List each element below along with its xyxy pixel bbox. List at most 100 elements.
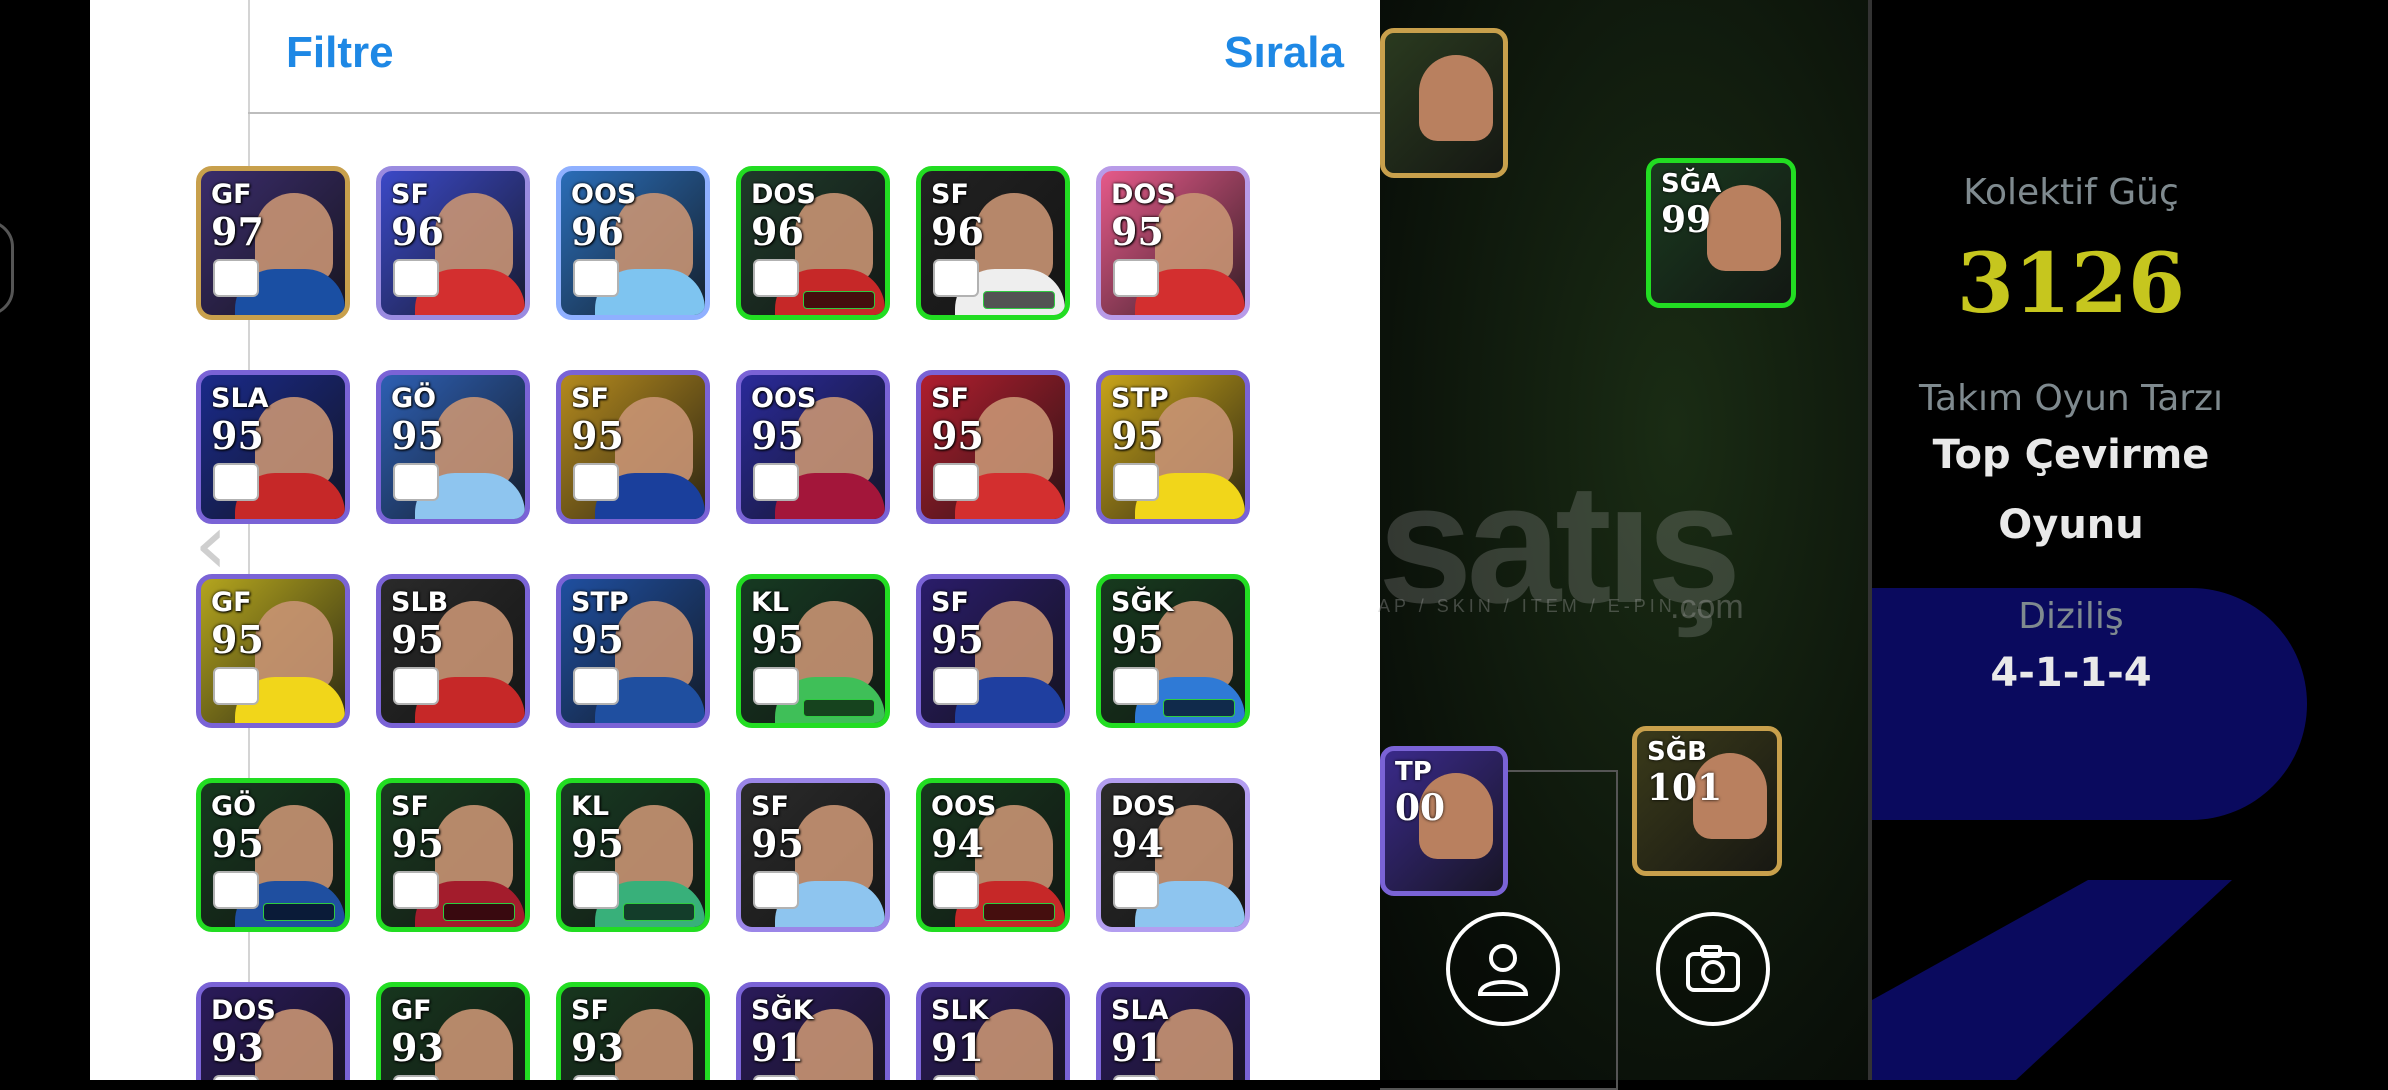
card-position: SLB <box>391 587 449 618</box>
player-card[interactable]: GF 93 <box>376 982 530 1080</box>
player-card[interactable]: DOS 95 <box>1096 166 1250 320</box>
card-position: SĞA <box>1661 169 1722 199</box>
card-rating: 94 <box>931 821 984 866</box>
card-rating: 95 <box>1111 617 1164 662</box>
card-rating: 96 <box>931 209 984 254</box>
card-position: GÖ <box>391 383 437 414</box>
card-rating: 101 <box>1647 767 1723 809</box>
player-card[interactable]: KL 95 <box>556 778 710 932</box>
card-position: SĞB <box>1647 737 1707 767</box>
camera-button[interactable] <box>1656 912 1770 1026</box>
player-card[interactable]: OOS 95 <box>736 370 890 524</box>
card-rating: 91 <box>1111 1025 1164 1070</box>
player-portrait <box>1419 55 1493 141</box>
player-card[interactable]: SLA 95 <box>196 370 350 524</box>
card-position: KL <box>751 587 790 618</box>
player-card[interactable]: OOS 94 <box>916 778 1070 932</box>
card-rating: 99 <box>1661 199 1712 241</box>
card-position: OOS <box>571 179 637 210</box>
player-card[interactable]: SLK 91 <box>916 982 1070 1080</box>
panel-header: Filtre Sırala <box>248 0 1380 114</box>
formation-value[interactable]: 4-1-1-4 <box>1872 650 2270 696</box>
club-badge-icon <box>573 1075 619 1080</box>
player-card[interactable]: SĞK 91 <box>736 982 890 1080</box>
player-card[interactable]: GÖ 95 <box>376 370 530 524</box>
profile-button[interactable] <box>1446 912 1560 1026</box>
player-card[interactable]: SF 95 <box>916 574 1070 728</box>
card-position: SF <box>931 179 969 210</box>
player-card[interactable]: DOS 94 <box>1096 778 1250 932</box>
card-level-strip <box>803 699 875 717</box>
player-card[interactable]: GF 95 <box>196 574 350 728</box>
card-rating: 95 <box>1111 209 1164 254</box>
watermark-tagline: AP / SKIN / ITEM / E-PIN <box>1378 596 1676 616</box>
lineup-player-card[interactable]: SĞA 99 <box>1646 158 1796 308</box>
player-card[interactable]: STP 95 <box>556 574 710 728</box>
player-card[interactable]: GF 97 <box>196 166 350 320</box>
lineup-player-card[interactable]: TP 00 <box>1380 746 1508 896</box>
club-badge-icon <box>213 259 259 297</box>
player-card[interactable]: KL 95 <box>736 574 890 728</box>
card-position: KL <box>571 791 610 822</box>
card-position: DOS <box>211 995 276 1026</box>
player-card[interactable]: DOS 96 <box>736 166 890 320</box>
card-rating: 95 <box>211 617 264 662</box>
lineup-player-card[interactable] <box>1380 28 1508 178</box>
player-portrait <box>435 1009 513 1080</box>
player-card[interactable]: SLA 91 <box>1096 982 1250 1080</box>
player-card[interactable]: GÖ 95 <box>196 778 350 932</box>
card-rating: 00 <box>1395 787 1446 829</box>
player-portrait <box>615 1009 693 1080</box>
filter-button[interactable]: Filtre <box>286 28 394 78</box>
player-card[interactable]: OOS 96 <box>556 166 710 320</box>
player-card[interactable]: SF 95 <box>376 778 530 932</box>
club-badge-icon <box>213 667 259 705</box>
card-rating: 91 <box>751 1025 804 1070</box>
power-value: 3126 <box>1956 236 2186 332</box>
player-card[interactable]: SF 96 <box>376 166 530 320</box>
card-rating: 95 <box>751 821 804 866</box>
style-value-line2: Oyunu <box>1998 502 2144 548</box>
player-card[interactable]: SF 95 <box>556 370 710 524</box>
club-badge-icon <box>933 667 979 705</box>
card-rating: 95 <box>931 413 984 458</box>
player-card[interactable]: SF 95 <box>736 778 890 932</box>
club-badge-icon <box>393 1075 439 1080</box>
card-position: DOS <box>1111 179 1176 210</box>
card-rating: 95 <box>1111 413 1164 458</box>
card-rating: 95 <box>571 821 624 866</box>
club-badge-icon <box>573 667 619 705</box>
card-level-strip <box>1163 699 1235 717</box>
card-position: SF <box>751 791 789 822</box>
player-card[interactable]: STP 95 <box>1096 370 1250 524</box>
card-position: STP <box>571 587 629 618</box>
card-position: SĞK <box>751 995 814 1026</box>
club-badge-icon <box>573 871 619 909</box>
player-card[interactable]: SF 96 <box>916 166 1070 320</box>
card-position: GF <box>391 995 432 1026</box>
card-rating: 96 <box>571 209 624 254</box>
card-rating: 95 <box>751 617 804 662</box>
club-badge-icon <box>1113 259 1159 297</box>
player-card[interactable]: SĞK 95 <box>1096 574 1250 728</box>
style-label: Takım Oyun Tarzı <box>1919 378 2223 419</box>
player-card[interactable]: SF 93 <box>556 982 710 1080</box>
style-value-line1: Top Çevirme <box>1932 432 2210 478</box>
club-badge-icon <box>393 871 439 909</box>
club-badge-icon <box>1113 871 1159 909</box>
card-rating: 95 <box>751 413 804 458</box>
card-rating: 95 <box>571 617 624 662</box>
card-position: SLK <box>931 995 989 1026</box>
player-card[interactable]: SF 95 <box>916 370 1070 524</box>
watermark-domain: .com <box>1670 588 1744 626</box>
club-badge-icon <box>753 463 799 501</box>
player-card[interactable]: SLB 95 <box>376 574 530 728</box>
sort-button[interactable]: Sırala <box>1224 28 1344 78</box>
lineup-player-card[interactable]: SĞB 101 <box>1632 726 1782 876</box>
card-rating: 95 <box>931 617 984 662</box>
card-rating: 95 <box>391 617 444 662</box>
card-position: GF <box>211 587 252 618</box>
card-level-strip <box>263 903 335 921</box>
player-card[interactable]: DOS 93 <box>196 982 350 1080</box>
card-position: SF <box>571 383 609 414</box>
